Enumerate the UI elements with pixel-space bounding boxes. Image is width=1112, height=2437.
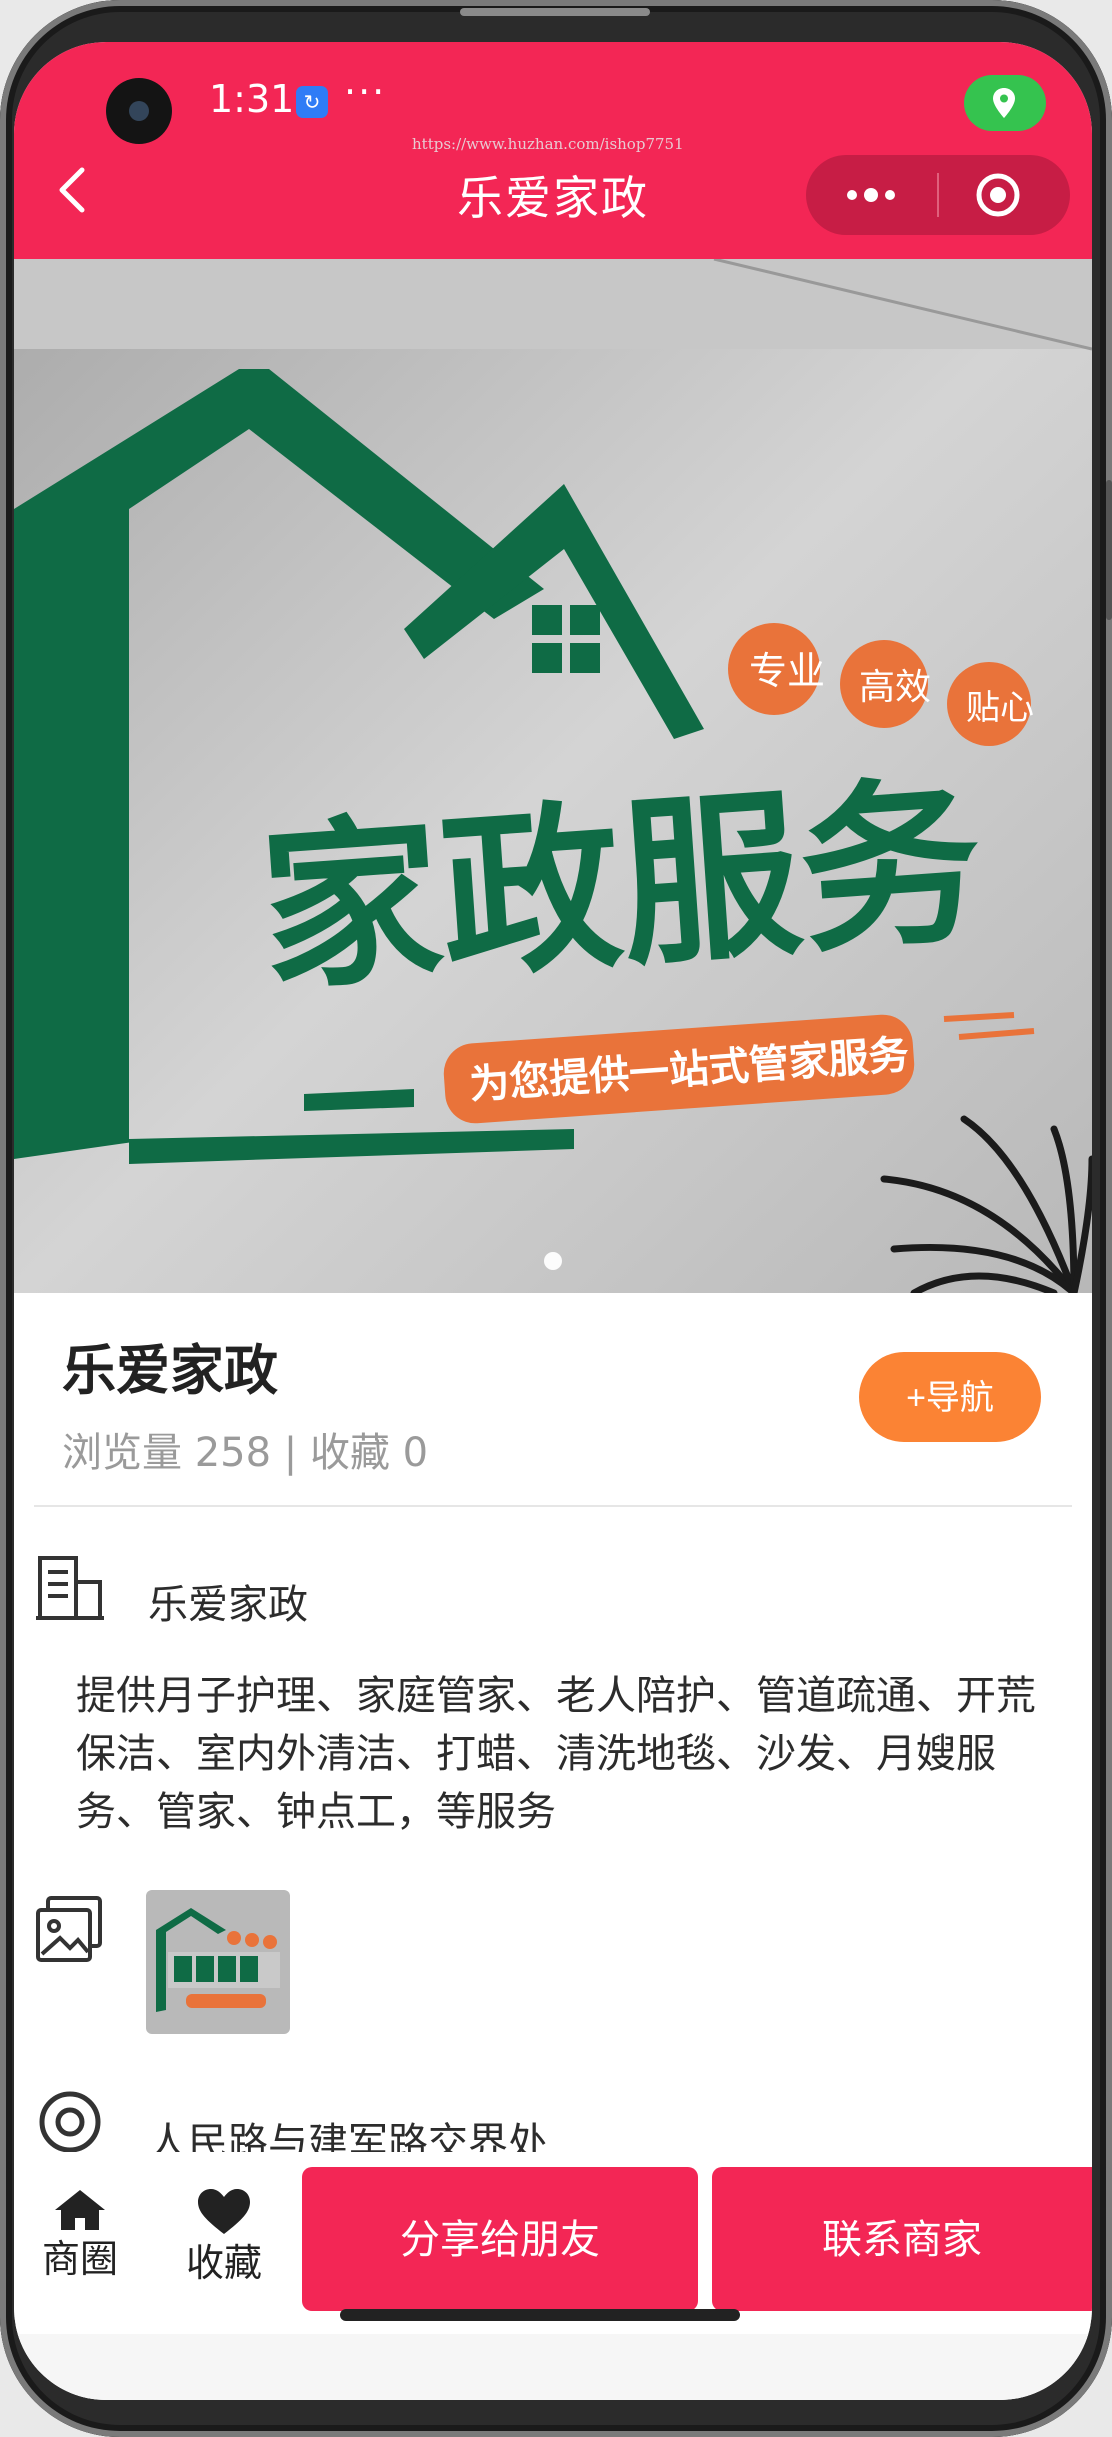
speaker-grille [460,8,650,16]
front-camera [106,78,172,144]
banner-tag-1: 专业 [749,649,825,693]
location-indicator [964,75,1046,131]
top-header: 1:31 ↻ ··· https://www.huzhan.com/ishop7… [14,42,1092,259]
heart-icon [198,2189,250,2234]
navigate-button[interactable]: +导航 [859,1352,1041,1442]
side-button [1106,480,1112,620]
share-to-friends-button[interactable]: 分享给朋友 [302,2167,698,2311]
tab-fav-label: 收藏 [185,2241,262,2285]
image-gallery-icon [36,1896,102,1962]
shop-photo-thumbnail[interactable] [146,1890,290,2034]
home-icon [55,2190,105,2230]
more-options-icon[interactable] [842,184,900,206]
home-indicator[interactable] [340,2309,740,2321]
app-screen: 1:31 ↻ ··· https://www.huzhan.com/ishop7… [14,42,1092,2400]
tab-favorite[interactable]: 收藏 [174,2188,274,2287]
location-pin-icon [993,88,1015,118]
app-notification-icon: ↻ [296,86,328,118]
close-miniprogram-icon[interactable] [974,171,1022,219]
banner-image-carousel[interactable]: 专业 高效 贴心 家政服务 为您提供一站式管家服务 [14,259,1092,1293]
status-more-icon: ··· [344,70,387,114]
tab-shangquan[interactable]: 商圈 [30,2188,130,2283]
capsule-divider [937,173,939,217]
carousel-indicator[interactable] [544,1252,562,1270]
watermark-text: https://www.huzhan.com/ishop7751 [412,135,684,153]
gesture-area [14,2334,1092,2400]
shop-info-name: 乐爱家政 [148,1582,308,1628]
shop-description: 提供月子护理、家庭管家、老人陪护、管道疏通、开荒保洁、室内外清洁、打蜡、清洗地毯… [76,1673,1036,1835]
phone-frame: 1:31 ↻ ··· https://www.huzhan.com/ishop7… [0,0,1112,2437]
banner-photo: 专业 高效 贴心 家政服务 为您提供一站式管家服务 [14,259,1092,1293]
miniprogram-capsule [806,155,1070,235]
banner-tag-2: 高效 [859,667,931,708]
tab-home-label: 商圈 [41,2237,118,2281]
shop-stats: 浏览量 258 | 收藏 0 [62,1430,429,1476]
location-target-icon [39,2091,101,2153]
status-time: 1:31 [209,77,295,121]
section-divider [34,1505,1072,1507]
shop-name: 乐爱家政 [62,1339,278,1402]
contact-merchant-button[interactable]: 联系商家 [712,2167,1092,2311]
banner-tag-3: 贴心 [966,688,1034,728]
building-icon [36,1556,104,1620]
